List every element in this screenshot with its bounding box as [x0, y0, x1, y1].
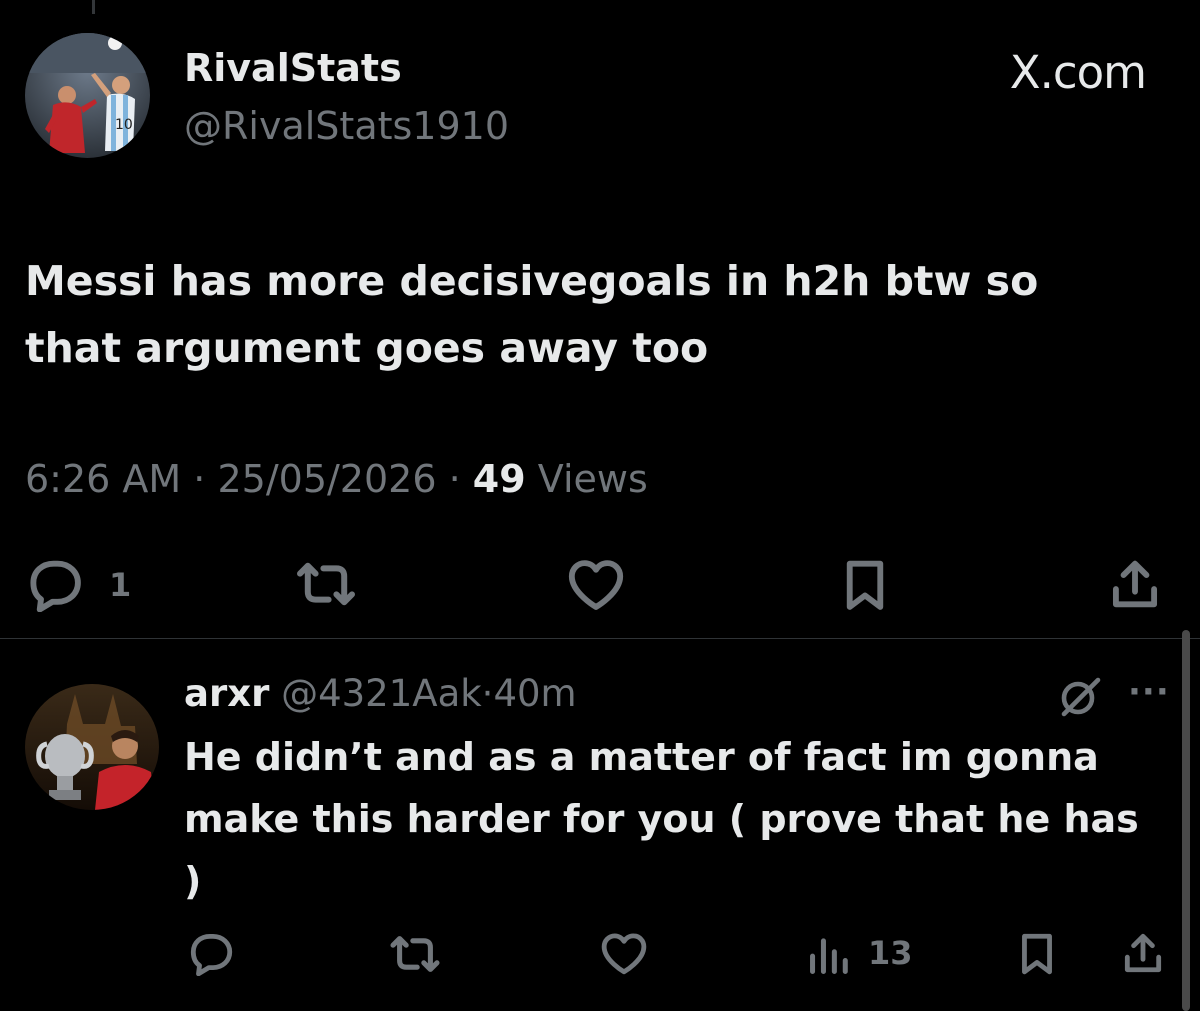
- reply-separator: ·: [481, 672, 494, 715]
- avatar[interactable]: 10: [25, 33, 150, 158]
- tweet-date[interactable]: 25/05/2026: [217, 457, 436, 501]
- reply-handle[interactable]: @4321Aak: [281, 672, 482, 715]
- scrollbar[interactable]: [1182, 630, 1190, 1011]
- reply-icon[interactable]: [24, 556, 86, 612]
- grok-icon[interactable]: [1056, 674, 1104, 720]
- bookmark-icon[interactable]: [838, 556, 892, 612]
- brand-label: X.com: [1009, 46, 1147, 99]
- more-icon[interactable]: ···: [1128, 672, 1170, 712]
- views-label: Views: [537, 457, 648, 501]
- retweet-icon[interactable]: [386, 932, 444, 976]
- like-icon[interactable]: [565, 556, 627, 612]
- reply-avatar[interactable]: [25, 684, 159, 810]
- share-icon[interactable]: [1118, 930, 1168, 976]
- tweet-meta: 6:26 AM · 25/05/2026 · 49 Views: [25, 457, 648, 501]
- tweet-time[interactable]: 6:26 AM: [25, 457, 181, 501]
- meta-separator: ·: [193, 457, 206, 501]
- meta-separator: ·: [448, 457, 461, 501]
- reply-count: 1: [109, 566, 132, 604]
- share-icon[interactable]: [1106, 556, 1164, 612]
- reply-icon[interactable]: [186, 930, 236, 976]
- handle[interactable]: @RivalStats1910: [184, 104, 509, 148]
- avatar-photo: 10: [25, 33, 150, 158]
- reply-display-name[interactable]: arxr: [184, 672, 269, 715]
- views-count: 13: [868, 934, 913, 972]
- views-count: 49: [472, 457, 526, 501]
- tweet-text: Messi has more decisivegoals in h2h btw …: [25, 257, 1039, 372]
- reply-avatar-photo: [25, 684, 159, 810]
- reply-header: arxr @4321Aak·40m: [184, 672, 577, 715]
- display-name[interactable]: RivalStats: [184, 46, 402, 90]
- bookmark-icon[interactable]: [1014, 930, 1060, 976]
- like-icon[interactable]: [598, 930, 650, 976]
- divider: [0, 638, 1200, 639]
- reply-time[interactable]: 40m: [493, 672, 576, 715]
- views-icon[interactable]: [806, 932, 854, 976]
- svg-text:10: 10: [115, 117, 133, 133]
- retweet-icon[interactable]: [292, 558, 360, 610]
- reply-text: He didn’t and as a matter of fact im gon…: [184, 735, 1139, 903]
- thread-line: [92, 0, 95, 14]
